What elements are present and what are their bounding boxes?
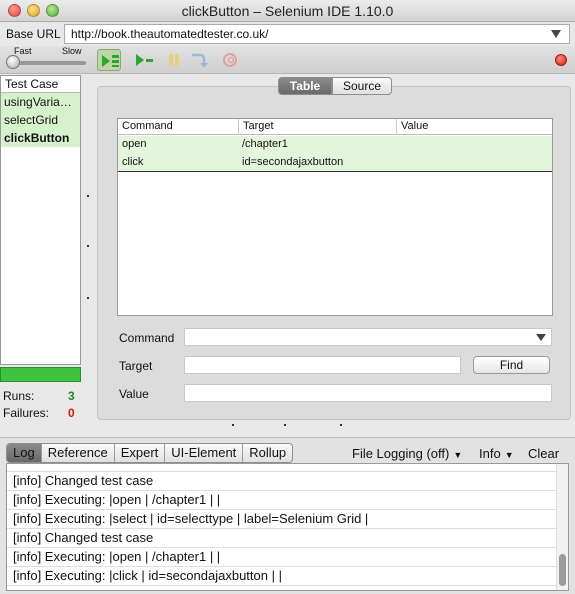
value-input[interactable] bbox=[184, 384, 552, 402]
pause-icon bbox=[169, 54, 179, 66]
log-line: [info] Executing: |open | /chapter1 | | bbox=[7, 491, 568, 510]
log-scrollbar[interactable] bbox=[556, 464, 568, 590]
file-logging-label: File Logging (off) bbox=[352, 446, 450, 461]
base-url-row: Base URL http://book.theautomatedtester.… bbox=[0, 22, 575, 46]
row-command: open bbox=[122, 138, 147, 150]
log-output[interactable]: [info] Changed test case [info] Executin… bbox=[6, 463, 569, 591]
selection-line bbox=[118, 171, 552, 172]
speed-slow-label: Slow bbox=[62, 46, 82, 56]
step-icon bbox=[192, 53, 208, 68]
speed-fast-label: Fast bbox=[14, 46, 32, 56]
row-target: id=secondajaxbutton bbox=[242, 156, 344, 168]
base-url-value: http://book.theautomatedtester.co.uk/ bbox=[71, 27, 269, 41]
target-label: Target bbox=[119, 359, 153, 373]
test-case-item[interactable]: selectGrid bbox=[1, 111, 80, 129]
command-table: Command Target Value open /chapter1 clic… bbox=[117, 118, 553, 316]
horizontal-splitter[interactable] bbox=[232, 423, 344, 428]
log-line: [info] Executing: |open | /chapter1 | | bbox=[7, 548, 568, 567]
rollup-icon bbox=[223, 53, 237, 67]
tab-reference[interactable]: Reference bbox=[42, 444, 115, 462]
tab-rollup[interactable]: Rollup bbox=[243, 444, 292, 462]
tab-table[interactable]: Table bbox=[278, 77, 332, 95]
base-url-input[interactable]: http://book.theautomatedtester.co.uk/ bbox=[64, 24, 570, 44]
command-label: Command bbox=[119, 331, 175, 345]
test-case-item[interactable]: usingVaria… bbox=[1, 93, 80, 111]
speed-slider-handle[interactable] bbox=[6, 55, 20, 69]
test-case-panel: Test Case usingVaria… selectGrid clickBu… bbox=[0, 75, 81, 365]
log-line: [info] Changed test case bbox=[7, 529, 568, 548]
table-row[interactable]: open /chapter1 bbox=[118, 136, 552, 154]
play-current-button[interactable] bbox=[132, 49, 156, 71]
log-level-label: Info bbox=[479, 446, 501, 461]
step-button[interactable] bbox=[186, 49, 210, 71]
rollup-button[interactable] bbox=[218, 49, 242, 71]
log-line-cut bbox=[7, 464, 568, 472]
base-url-label: Base URL bbox=[6, 27, 61, 41]
column-command[interactable]: Command bbox=[118, 119, 239, 135]
log-line: [info] Changed test case bbox=[7, 472, 568, 491]
tab-expert[interactable]: Expert bbox=[115, 444, 166, 462]
chevron-down-icon[interactable] bbox=[536, 334, 546, 341]
runs-label: Runs: bbox=[3, 389, 35, 403]
clear-log-button[interactable]: Clear bbox=[528, 446, 559, 461]
window-title: clickButton – Selenium IDE 1.10.0 bbox=[181, 3, 394, 19]
pause-button[interactable] bbox=[162, 49, 186, 71]
tab-ui-element[interactable]: UI-Element bbox=[165, 444, 244, 462]
command-table-header: Command Target Value bbox=[118, 119, 552, 135]
file-logging-menu[interactable]: File Logging (off) ▼ bbox=[352, 446, 462, 461]
vertical-splitter[interactable] bbox=[86, 195, 90, 305]
target-input[interactable] bbox=[184, 356, 461, 374]
chevron-down-icon[interactable] bbox=[551, 30, 561, 38]
command-select[interactable] bbox=[184, 328, 552, 346]
failures-label: Failures: bbox=[3, 406, 50, 420]
find-button[interactable]: Find bbox=[473, 356, 550, 374]
row-command: click bbox=[122, 156, 144, 168]
toolbar: Fast Slow bbox=[0, 46, 575, 74]
tab-log[interactable]: Log bbox=[7, 444, 42, 462]
chevron-down-icon: ▼ bbox=[504, 450, 514, 460]
log-tab-bar: Log Reference Expert UI-Element Rollup bbox=[6, 443, 294, 463]
log-line: [info] Executing: |select | id=selecttyp… bbox=[7, 510, 568, 529]
column-target[interactable]: Target bbox=[239, 119, 397, 135]
log-panel: Log Reference Expert UI-Element Rollup F… bbox=[0, 437, 575, 594]
tab-source[interactable]: Source bbox=[332, 77, 392, 95]
value-label: Value bbox=[119, 387, 149, 401]
row-target: /chapter1 bbox=[242, 138, 288, 150]
title-bar: clickButton – Selenium IDE 1.10.0 bbox=[0, 0, 575, 22]
play-all-button[interactable] bbox=[97, 49, 121, 71]
column-value[interactable]: Value bbox=[397, 119, 554, 135]
play-all-icon bbox=[102, 55, 119, 67]
table-row[interactable]: click id=secondajaxbutton bbox=[118, 154, 552, 172]
log-scrollbar-thumb[interactable] bbox=[559, 554, 566, 586]
test-case-item[interactable]: clickButton bbox=[1, 129, 80, 147]
record-button[interactable] bbox=[555, 54, 567, 66]
play-current-icon bbox=[136, 54, 153, 66]
test-case-header: Test Case bbox=[1, 76, 80, 93]
run-progress-bar bbox=[0, 367, 81, 382]
log-line: [info] Executing: |click | id=secondajax… bbox=[7, 567, 568, 586]
chevron-down-icon: ▼ bbox=[453, 450, 463, 460]
log-level-menu[interactable]: Info ▼ bbox=[479, 446, 514, 461]
